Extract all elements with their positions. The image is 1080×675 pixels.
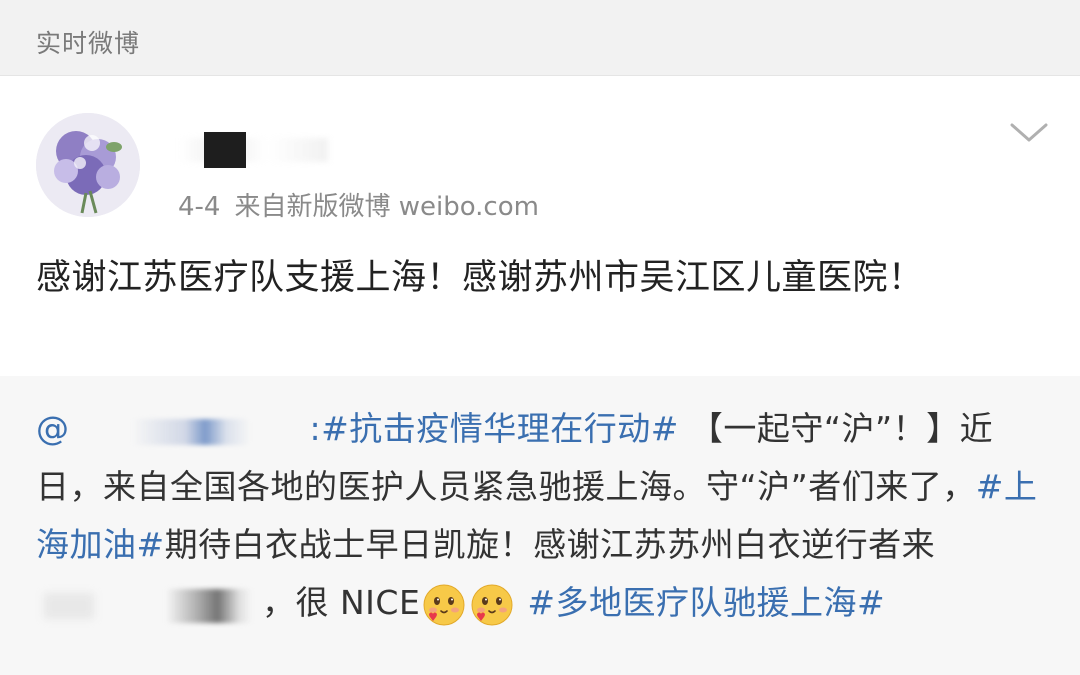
repost-text-part2: 期待白衣战士早日凯旋！感谢江苏苏州白衣逆行者来 (164, 525, 936, 564)
section-title: 实时微博 (36, 29, 141, 58)
chevron-down-icon[interactable] (1008, 120, 1050, 146)
avatar[interactable] (36, 113, 140, 217)
post-source: 来自新版微博 weibo.com (234, 192, 539, 222)
post-text: 感谢江苏医疗队支援上海！感谢苏州市吴江区儿童医院！ (36, 258, 924, 298)
username-redacted[interactable] (178, 128, 328, 172)
section-header: 实时微博 (0, 0, 1080, 76)
post-card[interactable]: 4-4 来自新版微博 weibo.com 感谢江苏医疗队支援上海！感谢苏州市吴江区… (0, 76, 1080, 376)
hospital-name-redacted (36, 583, 262, 627)
love-face-emoji-icon (470, 583, 514, 627)
repost-text: @:#抗击疫情华理在行动# 【一起守“沪”！】近日，来自全国各地的医护人员紧急驰… (36, 400, 1056, 632)
repost-username-redacted[interactable] (70, 411, 310, 451)
repost-mention[interactable]: @ (36, 409, 70, 448)
topic-link-1[interactable]: :#抗击疫情华理在行动# (310, 409, 679, 448)
repost-text-part3: ，很 NICE (262, 583, 421, 622)
topic-link-3[interactable]: #多地医疗队驰援上海# (527, 583, 885, 622)
repost-area[interactable]: @:#抗击疫情华理在行动# 【一起守“沪”！】近日，来自全国各地的医护人员紧急驰… (0, 376, 1080, 675)
love-face-emoji-icon (422, 583, 466, 627)
post-meta: 4-4 来自新版微博 weibo.com (178, 186, 553, 223)
post-time: 4-4 (178, 192, 221, 222)
